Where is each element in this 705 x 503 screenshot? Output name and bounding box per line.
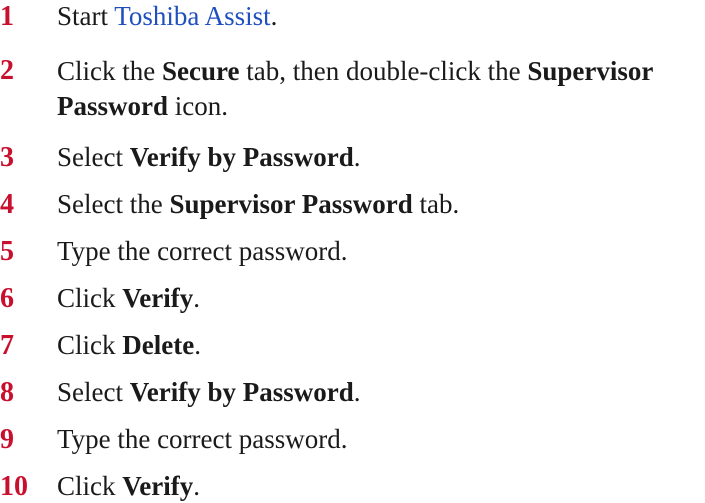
step-number: 4 — [0, 189, 14, 220]
step-text-part: . — [193, 471, 200, 501]
step-text: Type the correct password. — [57, 235, 705, 268]
step-text-bold: Verify by Password — [129, 142, 354, 172]
step-text-part: icon. — [168, 91, 229, 121]
step-text-part: . — [194, 330, 201, 360]
step-text: Click Verify. — [57, 282, 705, 315]
step-number: 6 — [0, 283, 14, 314]
step-text: Type the correct password. — [57, 423, 705, 456]
step-text-part: Click — [57, 330, 123, 360]
step-text-part: . — [353, 142, 361, 172]
step-number: 2 — [0, 55, 14, 86]
step-number: 3 — [0, 142, 14, 173]
step-number: 5 — [0, 236, 14, 267]
step-text-part: tab, then double-click the — [239, 56, 528, 86]
step-text-part: tab. — [412, 189, 460, 219]
step-text: Click the Secure tab, then double-click … — [57, 54, 705, 124]
step-number: 10 — [0, 471, 28, 502]
step-text: Click Delete. — [57, 329, 705, 362]
step-number: 1 — [0, 1, 14, 32]
step-text-bold: Secure — [161, 56, 240, 86]
step-text-part: Type the correct password. — [57, 236, 348, 266]
step-number: 9 — [0, 424, 14, 455]
step-text: Select the Supervisor Password tab. — [57, 188, 705, 221]
step-text-bold: Verify by Password — [129, 377, 354, 407]
toshiba-assist-link[interactable]: Toshiba Assist — [114, 1, 270, 31]
steps-list: 1 Start Toshiba Assist. 2 Click the Secu… — [0, 0, 705, 503]
step-text-part: Select — [57, 142, 130, 172]
step-text-part: Select the — [57, 189, 170, 219]
step-text: Select Verify by Password. — [57, 141, 705, 174]
step-text-part: . — [270, 1, 278, 31]
step-text-bold: Verify — [122, 283, 194, 313]
step-text: Start Toshiba Assist. — [57, 0, 705, 33]
step-number: 8 — [0, 377, 14, 408]
step-text: Select Verify by Password. — [57, 376, 705, 409]
step-text-part: Type the correct password. — [57, 424, 348, 454]
step-text-bold: Verify — [122, 471, 194, 501]
step-text-bold: Delete — [122, 330, 195, 360]
step-text-part: Click — [57, 283, 123, 313]
step-text-part: Click the — [57, 56, 162, 86]
step-text-part: Start — [57, 1, 115, 31]
step-number: 7 — [0, 330, 14, 361]
step-text-part: . — [353, 377, 361, 407]
step-text-part: Select — [57, 377, 130, 407]
step-text-part: Click — [57, 471, 123, 501]
step-text-bold: Supervisor Password — [169, 189, 413, 219]
step-text: Click Verify. — [57, 470, 705, 503]
step-text-part: . — [193, 283, 200, 313]
